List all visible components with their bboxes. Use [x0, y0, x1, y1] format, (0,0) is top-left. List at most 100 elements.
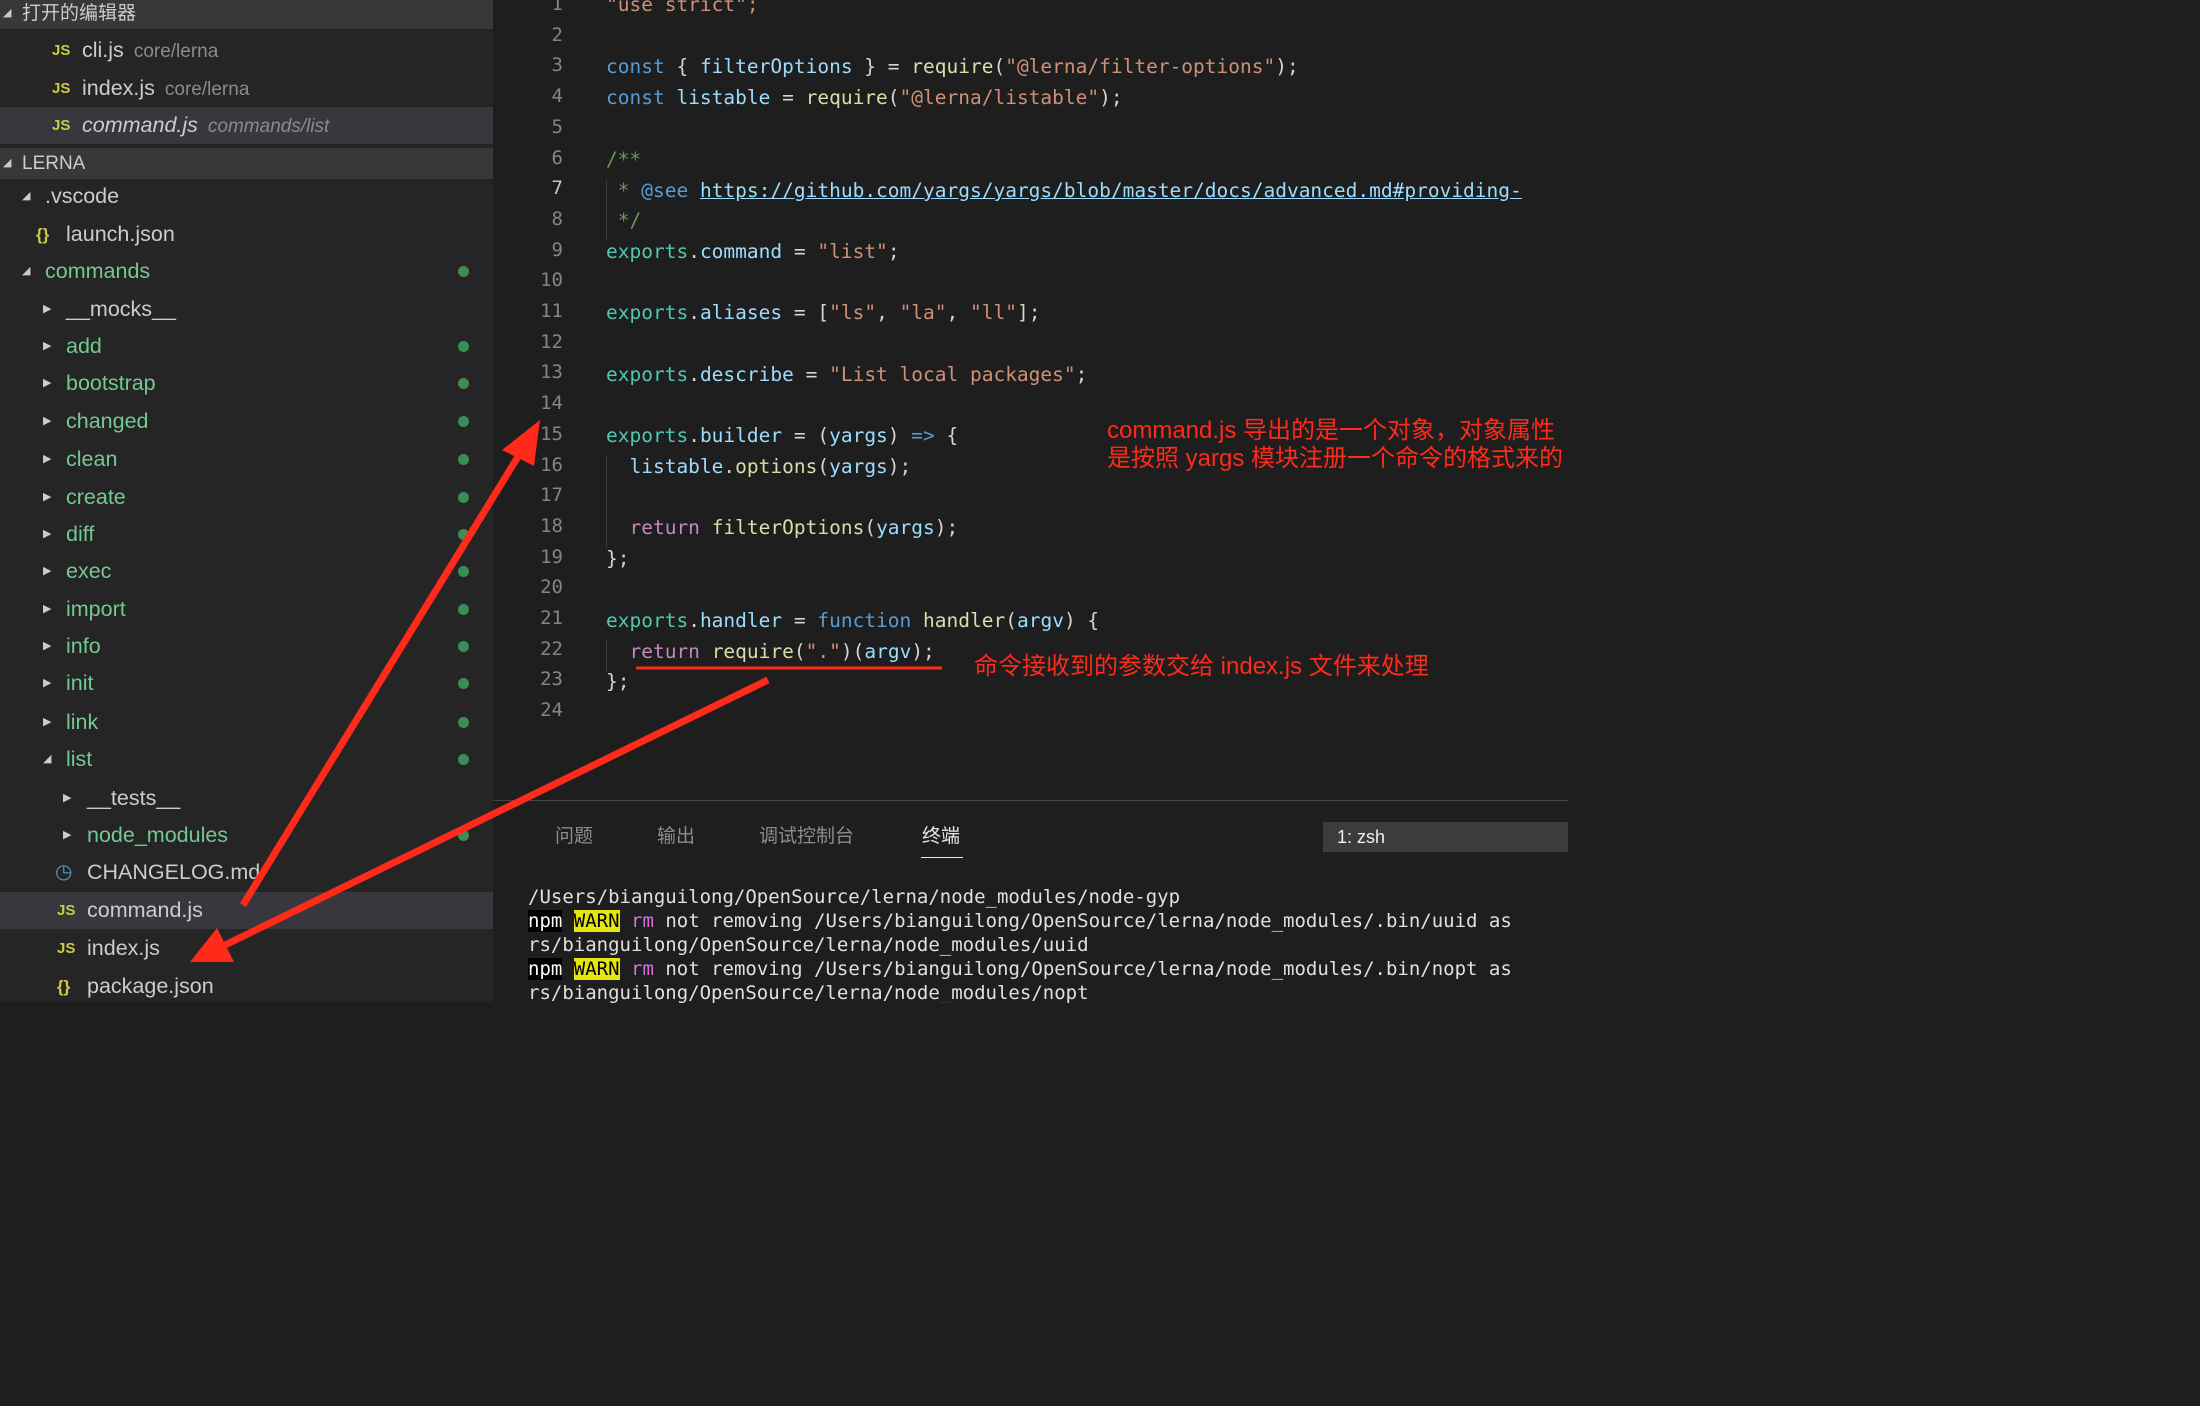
open-editors-header[interactable]: ◢ 打开的编辑器	[0, 0, 493, 29]
chevron-right-icon: ▶	[43, 491, 52, 503]
line-number: 18	[540, 514, 563, 537]
code-line-3: const { filterOptions } = require("@lern…	[606, 55, 1299, 78]
line-number: 22	[540, 637, 563, 660]
open-editor-item[interactable]: JS index.js core/lerna	[0, 70, 493, 107]
line-number: 2	[551, 23, 563, 46]
tree-folder-info[interactable]: ▶ info	[0, 628, 493, 665]
terminal-selector[interactable]: 1: zsh	[1323, 822, 1568, 852]
tree-folder-init[interactable]: ▶ init	[0, 665, 493, 702]
modified-dot-icon	[458, 641, 469, 652]
open-editor-item-active[interactable]: JS command.js commands/list	[0, 107, 493, 144]
tree-folder-link[interactable]: ▶ link	[0, 704, 493, 741]
line-number: 14	[540, 392, 563, 415]
line-number: 6	[551, 146, 563, 169]
tree-file-changelog[interactable]: ◷ CHANGELOG.md	[0, 854, 493, 891]
tree-folder-diff[interactable]: ▶ diff	[0, 516, 493, 553]
open-editor-item[interactable]: JS cli.js core/lerna	[0, 32, 493, 69]
chevron-right-icon: ▶	[43, 528, 52, 540]
project-header[interactable]: ◢ LERNA	[0, 148, 493, 179]
annotation-handler: 命令接收到的参数交给 index.js 文件来处理	[974, 653, 1429, 680]
tab-output[interactable]: 输出	[657, 821, 695, 848]
expanded-arrow-icon: ◢	[43, 753, 52, 765]
tree-folder-tests[interactable]: ▶ __tests__	[0, 780, 493, 817]
tree-folder-import[interactable]: ▶ import	[0, 591, 493, 628]
js-file-icon: JS	[57, 902, 76, 919]
tree-folder-list[interactable]: ◢ list	[0, 741, 493, 778]
tree-folder-node-modules[interactable]: ▶ node_modules	[0, 817, 493, 854]
modified-dot-icon	[458, 378, 469, 389]
line-number: 7	[551, 177, 563, 200]
line-number: 12	[540, 330, 563, 353]
tree-file-index-js[interactable]: JS index.js	[0, 930, 493, 967]
tree-folder-exec[interactable]: ▶ exec	[0, 553, 493, 590]
terminal-line: /Users/bianguilong/OpenSource/lerna/node…	[528, 886, 1181, 908]
line-number: 4	[551, 85, 563, 108]
tree-folder-commands[interactable]: ◢ commands	[0, 253, 493, 290]
chevron-right-icon: ▶	[63, 829, 72, 841]
tree-folder-bootstrap[interactable]: ▶ bootstrap	[0, 365, 493, 402]
tree-folder-mocks[interactable]: ▶ __mocks__	[0, 291, 493, 328]
line-number: 9	[551, 238, 563, 261]
code-line-11: exports.aliases = ["ls", "la", "ll"];	[606, 301, 1041, 324]
code-line-21: exports.handler = function handler(argv)…	[606, 609, 1100, 632]
line-number: 17	[540, 484, 563, 507]
code-line-8: */	[606, 209, 642, 232]
clock-icon: ◷	[55, 861, 73, 883]
collapse-arrow-icon: ◢	[3, 157, 12, 169]
code-line-18: return filterOptions(yargs);	[629, 516, 959, 539]
code-line-15: exports.builder = (yargs) => {	[606, 424, 959, 447]
chevron-right-icon: ▶	[43, 303, 52, 315]
chevron-right-icon: ▶	[43, 453, 52, 465]
code-editor[interactable]: 1 2 3 4 5 6 7 8 9 10 11 12 13 14 15 16 17 18 19 20 21 22 23 24 …	[493, 0, 1568, 800]
line-number: 3	[551, 54, 563, 77]
modified-dot-icon	[458, 266, 469, 277]
code-line-16: listable.options(yargs);	[629, 455, 912, 478]
annotation-export-object: command.js 导出的是一个对象，对象属性是按照 yargs 模块注册一个…	[1107, 417, 1564, 472]
tree-file-package-json[interactable]: {} package.json	[0, 968, 493, 1002]
js-file-icon: JS	[57, 940, 76, 957]
terminal-line: rs/bianguilong/OpenSource/lerna/node_mod…	[528, 934, 1089, 956]
tree-folder-clean[interactable]: ▶ clean	[0, 441, 493, 478]
bottom-panel: 问题 输出 调试控制台 终端 1: zsh /Users/bianguilong…	[493, 800, 1568, 1003]
line-number: 23	[540, 668, 563, 691]
terminal-line: rs/bianguilong/OpenSource/lerna/node_mod…	[528, 982, 1089, 1003]
tab-terminal[interactable]: 终端	[922, 821, 960, 848]
tree-folder-add[interactable]: ▶ add	[0, 328, 493, 365]
modified-dot-icon	[458, 717, 469, 728]
line-number: 16	[540, 453, 563, 476]
expanded-arrow-icon: ◢	[22, 190, 31, 202]
tab-problems[interactable]: 问题	[555, 821, 593, 848]
tree-folder-vscode[interactable]: ◢ .vscode	[0, 178, 493, 215]
expanded-arrow-icon: ◢	[22, 265, 31, 277]
explorer-sidebar: ◢ 打开的编辑器 JS cli.js core/lerna JS index.js…	[0, 0, 493, 1002]
chevron-right-icon: ▶	[63, 792, 72, 804]
modified-dot-icon	[458, 678, 469, 689]
tree-folder-create[interactable]: ▶ create	[0, 479, 493, 516]
chevron-right-icon: ▶	[43, 677, 52, 689]
code-line-6: /**	[606, 148, 642, 171]
doc-link[interactable]: https://github.com/yargs/yargs/blob/mast…	[700, 179, 1522, 202]
line-number: 15	[540, 422, 563, 445]
line-number: 8	[551, 207, 563, 230]
code-line-4: const listable = require("@lerna/listabl…	[606, 86, 1123, 109]
line-number: 20	[540, 576, 563, 599]
code-line-9: exports.command = "list";	[606, 240, 900, 263]
line-number: 1	[551, 0, 563, 15]
chevron-right-icon: ▶	[43, 565, 52, 577]
line-number: 5	[551, 115, 563, 138]
chevron-right-icon: ▶	[43, 340, 52, 352]
line-number: 10	[540, 269, 563, 292]
tree-folder-changed[interactable]: ▶ changed	[0, 403, 493, 440]
tree-file-command-js[interactable]: JS command.js	[0, 892, 493, 929]
terminal-line: npm WARN rm not removing /Users/bianguil…	[528, 958, 1512, 980]
modified-dot-icon	[458, 529, 469, 540]
tab-debug-console[interactable]: 调试控制台	[759, 821, 854, 848]
active-tab-indicator	[921, 857, 963, 858]
chevron-right-icon: ▶	[43, 640, 52, 652]
chevron-right-icon: ▶	[43, 415, 52, 427]
line-number: 13	[540, 361, 563, 384]
tree-file-launch-json[interactable]: {} launch.json	[0, 216, 493, 253]
js-file-icon: JS	[52, 117, 71, 134]
js-file-icon: JS	[52, 80, 71, 97]
modified-dot-icon	[458, 492, 469, 503]
